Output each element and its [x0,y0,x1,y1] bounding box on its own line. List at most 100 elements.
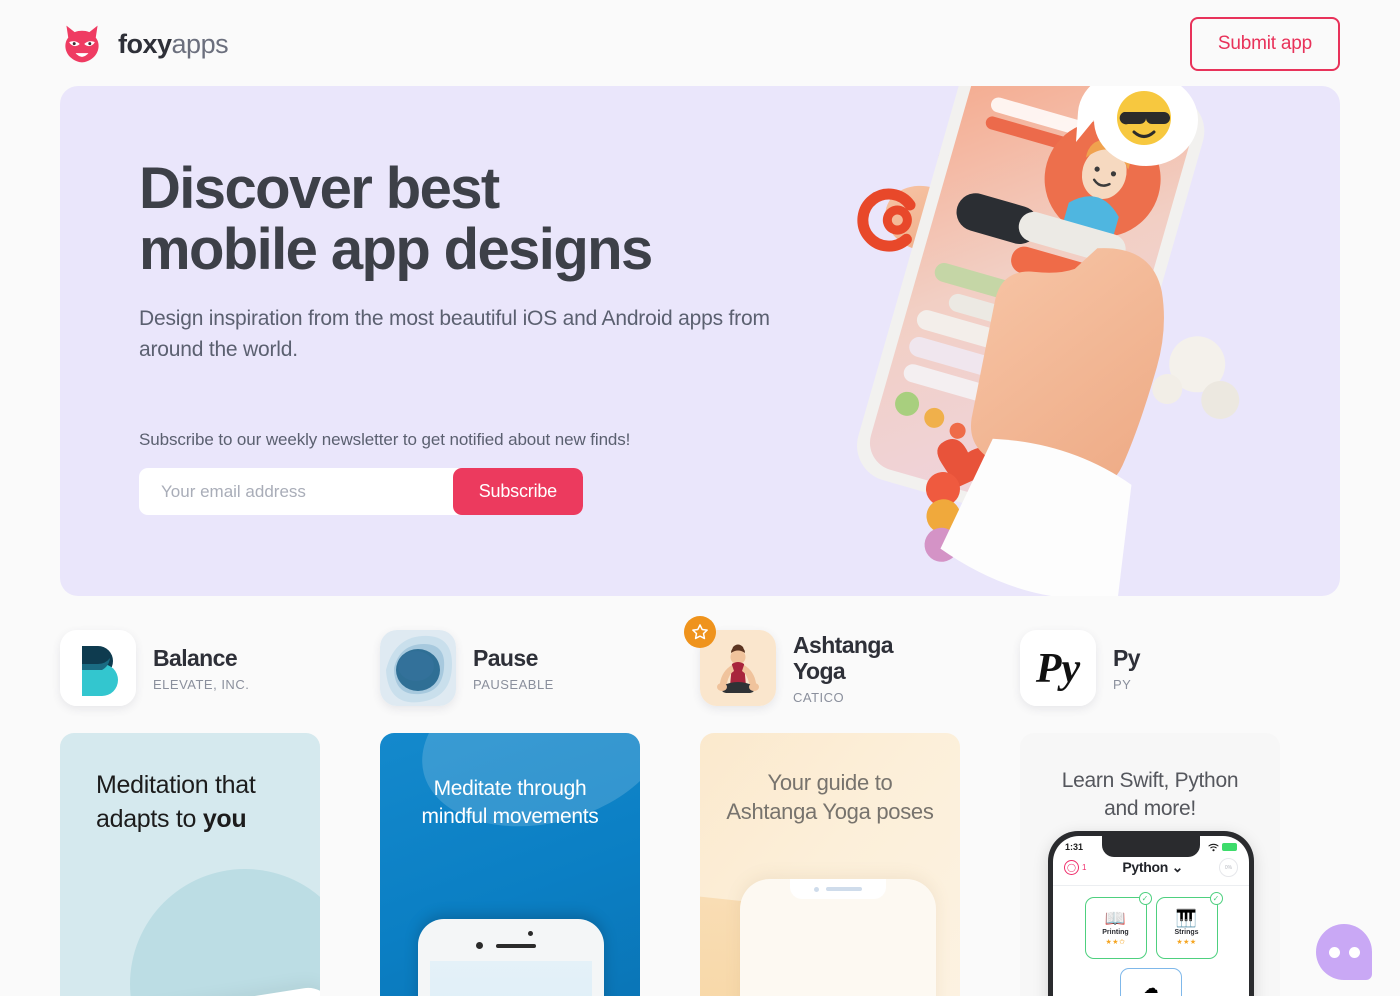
chat-bubble-icon-second-dot [1348,946,1360,958]
screenshot-card-pause[interactable]: Meditate through mindful movements [380,733,640,996]
phone-speaker [826,887,862,891]
phone-sensor [528,931,533,936]
shot-column-py: Learn Swift, Python and more! 1:31 ◯ 1 P… [1020,733,1340,996]
progress-ring: 0% [1218,858,1238,877]
headline-bold: you [202,804,247,833]
brand-name-strong: foxy [118,28,172,59]
app-screenshot-row: Meditation that adapts to you Meditate t… [0,733,1400,996]
page-root: foxyapps Submit app Discover best mobile… [0,0,1400,996]
shot-column-pause: Meditate through mindful movements [380,733,700,996]
pause-blue-blob-icon [380,630,456,706]
check-icon: ✓ [1138,892,1152,905]
screenshot-card-py[interactable]: Learn Swift, Python and more! 1:31 ◯ 1 P… [1020,733,1280,996]
screenshot-card-balance[interactable]: Meditation that adapts to you [60,733,320,996]
status-time: 1:31 [1065,842,1084,852]
app-meta-ashtanga-yoga: Ashtanga Yoga CATICO [793,631,943,705]
lesson-card[interactable]: ✓ 🎹 Strings ★★★ [1155,892,1223,959]
newsletter-label: Subscribe to our weekly newsletter to ge… [139,430,631,449]
screen-title[interactable]: Python ⌄ [1122,859,1183,876]
screenshot-headline-balance: Meditation that adapts to you [60,769,320,837]
hand-holding-phone-illustration [857,86,1240,596]
app-developer: PAUSEABLE [473,676,554,692]
app-meta-py: Py PY [1113,644,1141,692]
phone-screen: 1:31 ◯ 1 Python ⌄ 0% ✓ 📖 Printing ★★✩ ✓ … [1053,836,1249,996]
hero-copy: Discover best mobile app designs Design … [139,158,839,366]
brand-logo[interactable]: foxyapps [60,22,229,66]
screenshot-headline-pause: Meditate through mindful movements [421,777,599,828]
app-name: Ashtanga Yoga [793,632,894,684]
screenshot-headline-ashtanga-yoga: Your guide to Ashtanga Yoga poses [726,770,934,825]
phone-camera [476,942,483,949]
phone-notch [790,879,886,899]
phone-mockup [740,879,936,996]
book-icon: 📖 [1104,909,1127,928]
strings-icon: 🎹 [1175,909,1198,928]
app-header-ashtanga-yoga[interactable]: Ashtanga Yoga CATICO [684,616,1020,706]
chat-bubble-button[interactable] [1316,924,1372,980]
hero-title-line-1: Discover best [139,156,500,221]
app-header-balance[interactable]: Balance ELEVATE, INC. [60,630,380,706]
rating-stars: ★★✩ [1105,939,1126,946]
py-script-logo-icon: Py [1020,630,1096,706]
lesson-label: Printing [1102,929,1129,936]
hero-subtitle: Design inspiration from the most beautif… [139,306,770,362]
app-column-ashtanga-yoga: Ashtanga Yoga CATICO [684,616,1020,706]
app-list: Balance ELEVATE, INC. Pause PAUSEABLE As… [0,616,1400,996]
lesson-card-list: ✓ 📖 Printing ★★✩ ✓ 🎹 Strings ★★★ [1053,886,1249,959]
decorative-circle [130,869,320,996]
streak-indicator[interactable]: ◯ 1 [1064,860,1086,875]
hero-title-line-2: mobile app designs [139,217,653,283]
shot-column-balance: Meditation that adapts to you [60,733,380,996]
chevron-down-icon: ⌄ [1171,859,1184,875]
brand-wordmark: foxyapps [118,28,229,60]
lesson-label: Strings [1174,929,1199,936]
balance-b-logo-icon [60,630,136,706]
phone-nav-bar: ◯ 1 Python ⌄ 0% [1053,853,1249,885]
hero-banner: Discover best mobile app designs Design … [60,86,1340,596]
app-header-pause[interactable]: Pause PAUSEABLE [380,630,700,706]
page-title: Discover best mobile app designs [139,158,839,281]
lesson-card[interactable]: ✓ 📖 Printing ★★✩ [1084,892,1152,959]
phone-mockup: 1:31 ◯ 1 Python ⌄ 0% ✓ 📖 Printing ★★✩ ✓ … [1048,831,1254,996]
submit-app-button[interactable]: Submit app [1189,17,1340,71]
star-icon [692,624,708,640]
phone-camera [814,886,819,892]
app-column-py: Py Py PY [1020,630,1340,706]
screenshot-card-ashtanga-yoga[interactable]: Your guide to Ashtanga Yoga poses [700,733,960,996]
app-header-row: Balance ELEVATE, INC. Pause PAUSEABLE As… [0,616,1400,706]
phone-screen [430,961,592,996]
app-name: Pause [473,645,538,672]
app-developer: CATICO [793,689,845,705]
app-name: Balance [153,645,238,672]
svg-text:Py: Py [1035,646,1081,692]
email-input[interactable] [139,468,453,515]
app-name: Py [1113,645,1141,672]
lesson-card-locked[interactable]: ☁ [1120,968,1182,996]
shot-column-ashtanga-yoga: Your guide to Ashtanga Yoga poses [700,733,1020,996]
streak-count: 1 [1082,863,1087,872]
subscribe-button[interactable]: Subscribe [452,468,583,515]
phone-mockup [418,919,604,996]
app-header-py[interactable]: Py Py PY [1020,630,1340,706]
brand-name-light: apps [171,28,229,59]
newsletter-form: Subscribe [139,468,583,515]
app-meta-balance: Balance ELEVATE, INC. [153,644,249,692]
flame-ring-icon: ◯ [1064,860,1079,875]
screenshot-headline-py: Learn Swift, Python and more! [1061,769,1239,820]
status-indicators [1208,843,1237,852]
wifi-icon [1208,843,1219,851]
rating-stars: ★★★ [1176,939,1197,946]
app-column-pause: Pause PAUSEABLE [380,630,700,706]
screen-title-text: Python [1122,859,1169,875]
site-header: foxyapps Submit app [0,0,1400,88]
battery-icon [1222,843,1237,851]
app-developer: ELEVATE, INC. [153,676,250,692]
phone-notch [1102,836,1200,857]
app-meta-pause: Pause PAUSEABLE [473,644,554,692]
cloud-icon: ☁ [1143,980,1159,996]
app-developer: PY [1113,676,1132,692]
fox-head-icon [65,25,99,63]
chat-bubble-icon [1328,946,1340,958]
check-icon: ✓ [1209,892,1223,905]
featured-star-badge [684,616,716,648]
